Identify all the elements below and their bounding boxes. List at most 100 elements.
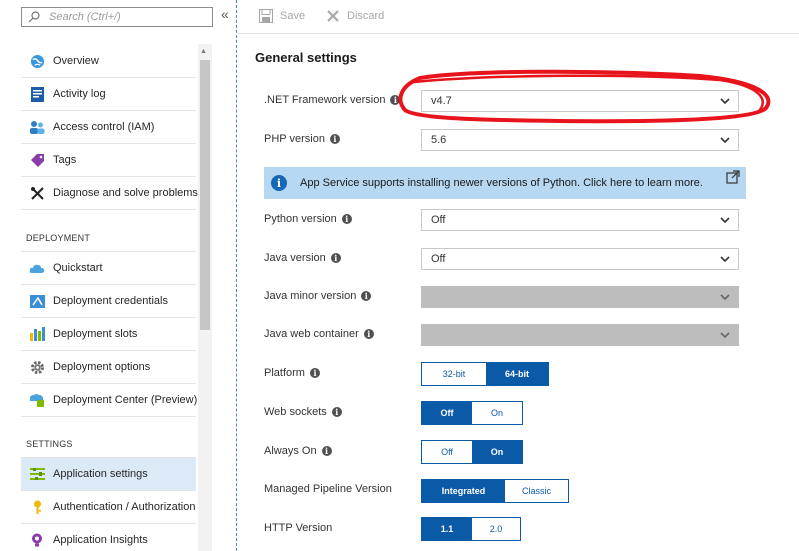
php-version-label-text: PHP version <box>264 133 325 145</box>
sidebar-item-label: Quickstart <box>53 262 103 274</box>
platform-option-32-bit[interactable]: 32-bit <box>422 363 486 385</box>
sidebar-item-application-insights[interactable]: Application Insights <box>21 524 196 551</box>
lightbulb-icon <box>29 532 45 548</box>
chevron-down-icon <box>720 256 730 263</box>
platform-option-64-bit[interactable]: 64-bit <box>486 363 548 385</box>
sidebar-item-deployment-center[interactable]: Deployment Center (Preview) <box>21 384 197 417</box>
gear-icon <box>29 359 45 375</box>
php-version-value: 5.6 <box>431 134 447 146</box>
php-version-label: PHP version i <box>264 133 340 145</box>
java-version-label-text: Java version <box>264 252 326 264</box>
discard-button[interactable]: Discard <box>326 9 384 23</box>
chevron-down-icon <box>720 217 730 224</box>
http-option-2-0[interactable]: 2.0 <box>472 518 520 540</box>
python-version-dropdown[interactable]: Off <box>421 209 739 231</box>
platform-label: Platform i <box>264 367 320 379</box>
info-icon[interactable]: i <box>390 95 401 105</box>
people-icon <box>29 119 45 135</box>
sidebar-item-label: Access control (IAM) <box>53 121 155 133</box>
http-version-label-text: HTTP Version <box>264 522 333 534</box>
always-on-label: Always On i <box>264 445 332 457</box>
platform-toggle: 32-bit 64-bit <box>421 362 549 386</box>
php-version-dropdown[interactable]: 5.6 <box>421 129 739 151</box>
info-icon[interactable]: i <box>331 407 342 417</box>
sidebar-scroll-thumb[interactable] <box>200 60 210 330</box>
info-icon[interactable]: i <box>361 291 372 301</box>
section-title: General settings <box>255 50 357 65</box>
cloud-icon <box>29 260 45 276</box>
sidebar-item-label: Overview <box>53 55 99 67</box>
settings-list-icon <box>29 466 45 482</box>
net-framework-dropdown[interactable]: v4.7 <box>421 90 739 112</box>
sidebar-item-label: Application Insights <box>53 534 148 546</box>
sidebar-item-application-settings[interactable]: Application settings <box>21 458 196 491</box>
wrench-icon <box>29 185 45 201</box>
sidebar-item-label: Deployment options <box>53 361 151 373</box>
info-icon: i <box>271 175 287 191</box>
info-icon[interactable]: i <box>309 368 320 378</box>
sidebar-item-deployment-slots[interactable]: Deployment slots <box>21 318 196 351</box>
collapse-sidebar-button[interactable]: « <box>221 6 229 22</box>
key-icon <box>29 499 45 515</box>
info-icon[interactable]: i <box>363 329 374 339</box>
chevron-down-icon <box>720 98 730 105</box>
sidebar-item-activity-log[interactable]: Activity log <box>21 78 196 111</box>
sidebar-item-access-control[interactable]: Access control (IAM) <box>21 111 196 144</box>
java-minor-version-label: Java minor version i <box>264 290 372 302</box>
sidebar-item-label: Activity log <box>53 88 106 100</box>
sidebar-item-quickstart[interactable]: Quickstart <box>21 252 196 285</box>
python-info-banner[interactable]: i App Service supports installing newer … <box>264 167 746 199</box>
web-sockets-label-text: Web sockets <box>264 406 327 418</box>
pipeline-version-label-text: Managed Pipeline Version <box>264 483 392 495</box>
save-button[interactable]: Save <box>259 9 305 23</box>
sidebar-item-authentication[interactable]: Authentication / Authorization <box>21 491 196 524</box>
scroll-up-arrow-icon[interactable]: ▲ <box>200 48 207 55</box>
web-sockets-option-on[interactable]: On <box>472 402 522 424</box>
sidebar-item-label: Deployment slots <box>53 328 138 340</box>
pipeline-option-classic[interactable]: Classic <box>505 480 568 502</box>
chevron-down-icon <box>720 137 730 144</box>
sidebar-item-deployment-credentials[interactable]: Deployment credentials <box>21 285 196 318</box>
http-version-toggle: 1.1 2.0 <box>421 517 521 541</box>
pipeline-option-integrated[interactable]: Integrated <box>422 480 505 502</box>
sidebar: Search (Ctrl+/) « ▲ Overview Activity lo… <box>0 0 236 551</box>
sidebar-item-diagnose[interactable]: Diagnose and solve problems <box>21 177 198 210</box>
info-icon[interactable]: i <box>329 134 340 144</box>
info-icon[interactable]: i <box>321 446 332 456</box>
java-minor-version-label-text: Java minor version <box>264 290 357 302</box>
save-icon <box>259 9 273 23</box>
java-web-container-label: Java web container i <box>264 328 374 340</box>
net-framework-value: v4.7 <box>431 95 452 107</box>
net-framework-label: .NET Framework version i <box>264 94 401 106</box>
sidebar-item-tags[interactable]: Tags <box>21 144 196 177</box>
external-link-icon[interactable] <box>726 170 740 184</box>
sidebar-item-label: Tags <box>53 154 77 166</box>
toolbar: Save Discard <box>237 0 799 34</box>
always-on-option-off[interactable]: Off <box>422 441 472 463</box>
sidebar-item-deployment-options[interactable]: Deployment options <box>21 351 196 384</box>
main-panel: Save Discard General settings .NET Frame… <box>237 0 799 551</box>
sidebar-item-overview[interactable]: Overview <box>21 45 196 78</box>
net-framework-label-text: .NET Framework version <box>264 94 386 106</box>
always-on-option-on[interactable]: On <box>472 441 522 463</box>
java-version-dropdown[interactable]: Off <box>421 248 739 270</box>
sidebar-item-label: Application settings <box>53 468 148 480</box>
sidebar-item-label: Authentication / Authorization <box>53 501 196 513</box>
chevron-down-icon <box>720 332 730 339</box>
credentials-icon <box>29 293 45 309</box>
banner-text: App Service supports installing newer ve… <box>300 177 703 189</box>
java-version-value: Off <box>431 253 446 265</box>
always-on-toggle: Off On <box>421 440 523 464</box>
info-icon[interactable]: i <box>341 214 352 224</box>
search-input[interactable]: Search (Ctrl+/) <box>21 7 213 27</box>
http-version-label: HTTP Version <box>264 522 332 534</box>
deployment-section-heading: DEPLOYMENT <box>26 233 91 243</box>
chevron-down-icon <box>720 294 730 301</box>
web-sockets-option-off[interactable]: Off <box>422 402 472 424</box>
http-option-1-1[interactable]: 1.1 <box>422 518 472 540</box>
java-web-container-dropdown <box>421 324 739 346</box>
java-minor-version-dropdown <box>421 286 739 308</box>
info-icon[interactable]: i <box>330 253 341 263</box>
settings-section-heading: SETTINGS <box>26 439 73 449</box>
log-icon <box>29 86 45 102</box>
